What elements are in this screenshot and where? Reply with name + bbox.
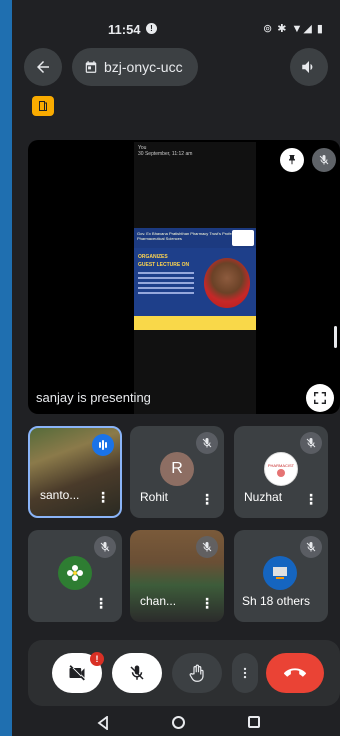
mic-toggle-button[interactable] <box>112 653 162 693</box>
arrow-left-icon <box>37 61 49 73</box>
more-options-icon[interactable]: ⋮ <box>200 596 214 610</box>
calendar-icon <box>85 61 97 73</box>
notification-icon: ! <box>146 23 157 34</box>
meeting-info-button[interactable]: bzj-onyc-ucc <box>72 48 198 86</box>
avatar: R <box>160 452 194 486</box>
avatar: PHARMACIST <box>264 452 298 486</box>
more-options-icon[interactable]: ⋮ <box>94 596 108 610</box>
shared-screen: You 30 September, 11:12 am Gov. Ex Bhava… <box>134 142 256 414</box>
participant-name: Nuzhat <box>244 490 283 504</box>
raise-hand-button[interactable] <box>172 653 222 693</box>
poster-footer <box>134 316 256 330</box>
poster-guest-lecture: GUEST LECTURE ON <box>138 262 190 268</box>
participant-tile[interactable]: chan... ⋮ <box>130 530 224 622</box>
more-vert-icon <box>243 667 247 679</box>
hang-up-icon <box>284 668 306 677</box>
nav-home-icon[interactable] <box>172 716 185 729</box>
others-tile[interactable]: Sh 18 others <box>234 530 328 622</box>
fullscreen-button[interactable] <box>306 384 334 412</box>
more-options-button[interactable] <box>232 653 258 693</box>
flower-icon <box>67 565 83 581</box>
poster-organizes: ORGANIZES <box>138 254 168 260</box>
participant-tile[interactable]: PHARMACIST Nuzhat ⋮ <box>234 426 328 518</box>
avatar <box>58 556 92 590</box>
pin-button[interactable] <box>280 148 304 172</box>
pin-icon <box>289 155 295 165</box>
fullscreen-icon <box>314 392 326 404</box>
participant-name: chan... <box>140 594 177 608</box>
speaking-indicator-icon <box>92 434 114 456</box>
camera-off-icon <box>69 665 85 681</box>
computer-avatar-icon <box>273 567 287 579</box>
more-options-icon[interactable]: ⋮ <box>96 490 110 504</box>
shared-screen-header: You 30 September, 11:12 am <box>134 142 256 166</box>
svg-text:PHARMACIST: PHARMACIST <box>268 463 295 468</box>
poster-logo <box>232 230 254 246</box>
participant-tile[interactable]: R Rohit ⋮ <box>130 426 224 518</box>
mic-off-icon <box>300 432 322 454</box>
hand-icon <box>189 664 204 682</box>
mic-off-icon <box>130 665 144 680</box>
system-nav-bar <box>12 710 340 736</box>
nav-recents-icon[interactable] <box>248 716 260 728</box>
mic-off-icon <box>319 155 329 165</box>
door-glyph-icon <box>39 101 47 111</box>
pharmacy-logo-icon: PHARMACIST <box>268 457 295 481</box>
more-options-icon[interactable]: ⋮ <box>304 492 318 506</box>
poster-text-lines <box>138 272 194 302</box>
status-bar: 11:54 ! ⊚ ✱ ▼◢ ▮ <box>12 18 340 40</box>
call-controls: ! <box>28 640 340 706</box>
avatar <box>263 556 297 590</box>
mic-off-icon <box>196 432 218 454</box>
participant-name: santo... <box>40 488 80 502</box>
system-status-icons: ⊚ ✱ ▼◢ ▮ <box>262 23 324 35</box>
mic-off-icon <box>94 536 116 558</box>
more-options-icon[interactable]: ⋮ <box>200 492 214 506</box>
meeting-code: bzj-onyc-ucc <box>104 59 183 75</box>
poster-speaker-photo <box>204 258 250 308</box>
others-count: 18 others <box>260 594 311 608</box>
back-button[interactable] <box>24 48 62 86</box>
presenter-mic-muted <box>312 148 336 172</box>
mic-off-icon <box>300 536 322 558</box>
speaker-icon <box>302 61 313 73</box>
leave-call-button[interactable] <box>266 653 324 693</box>
nav-back-icon[interactable] <box>96 716 110 730</box>
presenting-label: sanjay is presenting <box>36 390 151 405</box>
phone-screen: 11:54 ! ⊚ ✱ ▼◢ ▮ bzj-onyc-ucc You 30 Sep… <box>12 0 340 736</box>
participant-name: Sh <box>242 594 257 608</box>
status-time: 11:54 <box>108 22 141 37</box>
scrollbar[interactable] <box>334 326 337 348</box>
door-icon[interactable] <box>32 96 54 116</box>
event-poster: Gov. Ex Bhavana Pratishthan Pharmacy Tru… <box>134 228 256 330</box>
participant-tile[interactable]: ⋮ <box>28 530 122 622</box>
camera-alert-badge: ! <box>90 652 104 666</box>
shared-date: 30 September, 11:12 am <box>138 151 193 157</box>
participant-name: Rohit <box>140 490 169 504</box>
mic-off-icon <box>196 536 218 558</box>
audio-output-button[interactable] <box>290 48 328 86</box>
presentation-tile[interactable]: You 30 September, 11:12 am Gov. Ex Bhava… <box>28 140 340 414</box>
participant-tile[interactable]: santo... ⋮ <box>28 426 122 518</box>
